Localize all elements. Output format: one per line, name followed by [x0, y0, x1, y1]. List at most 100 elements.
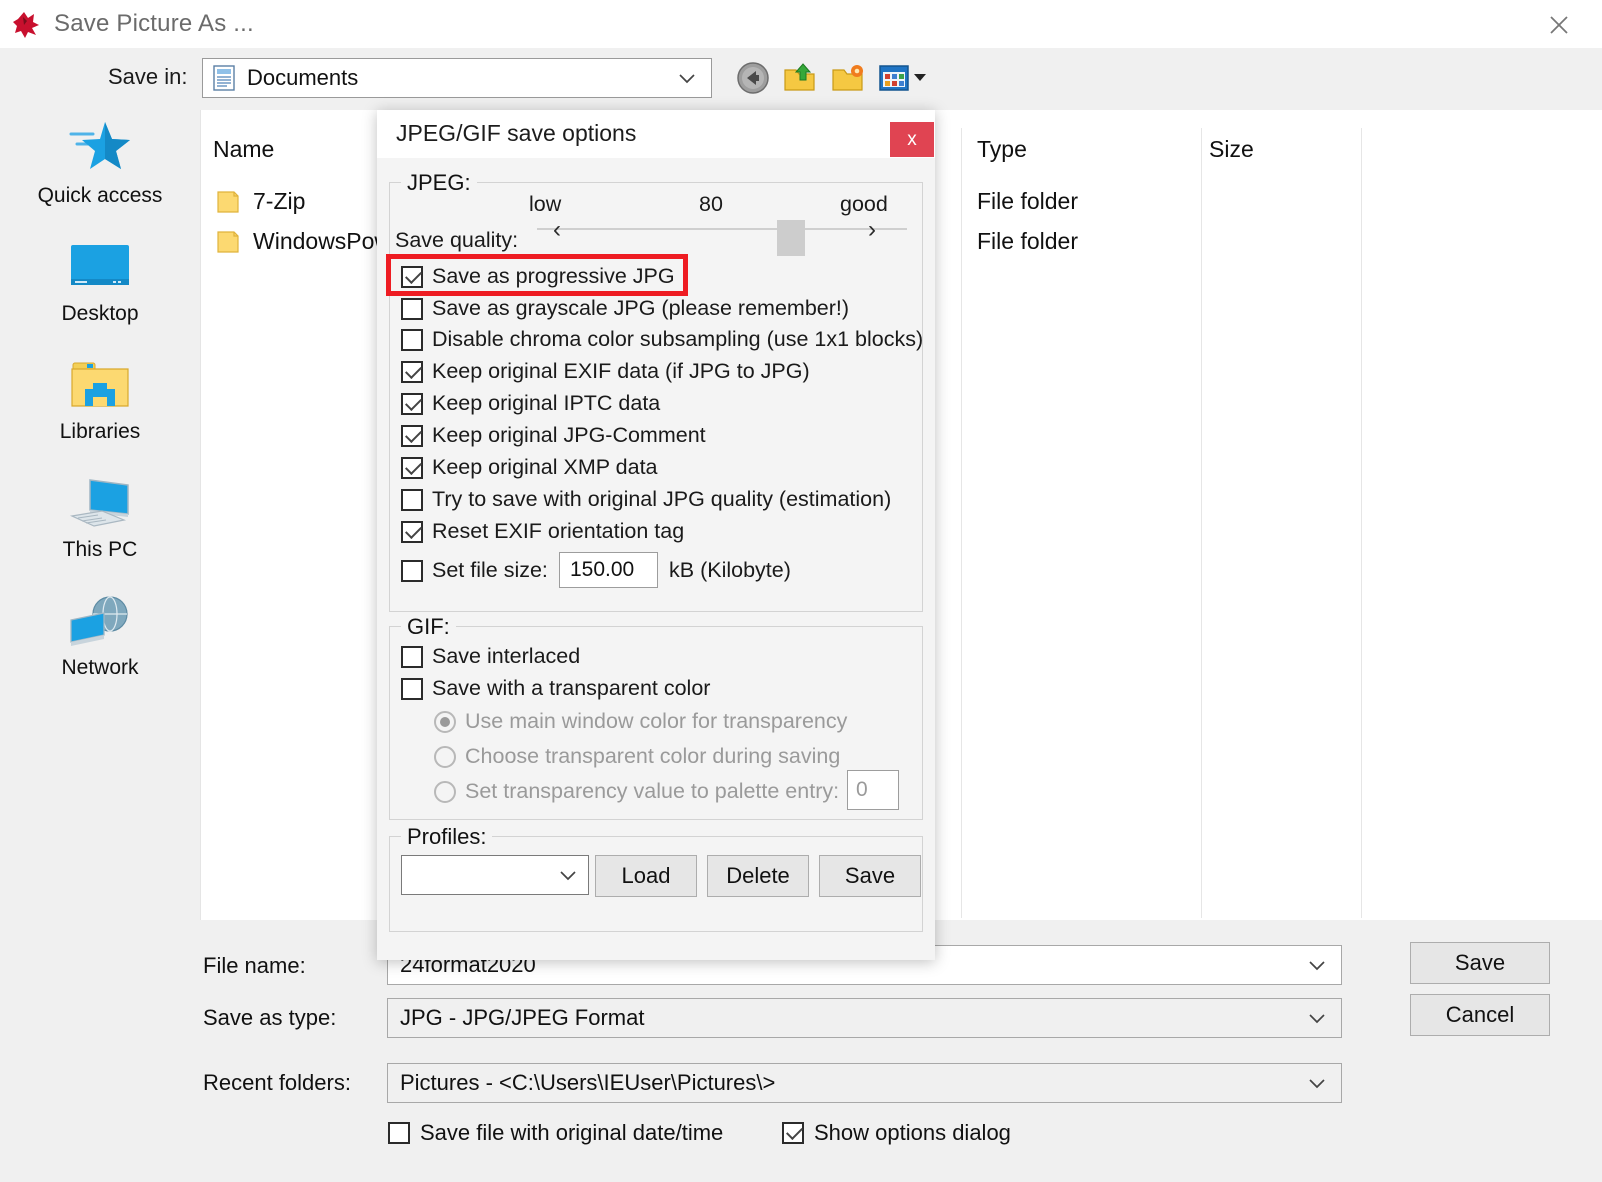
profiles-load-button[interactable]: Load [595, 855, 697, 897]
this-pc-icon [68, 470, 132, 536]
checkbox-label: Save file with original date/time [420, 1120, 724, 1145]
option-label: Try to save with original JPG quality (e… [432, 487, 892, 511]
radio-choose-transparent-color[interactable]: Choose transparent color during saving [434, 744, 840, 769]
quality-slider-track[interactable] [537, 228, 907, 230]
sidebar-item-label: This PC [62, 538, 138, 561]
back-button[interactable] [734, 60, 772, 96]
libraries-folder-icon [69, 352, 131, 418]
radio-button [434, 745, 456, 768]
option-disable-chroma-subsampling[interactable]: Disable chroma color subsampling (use 1x… [401, 327, 923, 352]
sidebar-item-label: Quick access [37, 184, 163, 207]
documents-icon [213, 65, 235, 91]
chevron-down-icon[interactable] [1307, 1076, 1327, 1095]
option-label: Use main window color for transparency [465, 709, 848, 733]
folder-icon [217, 230, 243, 253]
cancel-button[interactable]: Cancel [1410, 994, 1550, 1036]
save-in-label: Save in: [108, 64, 188, 89]
sidebar-item-quick-access[interactable]: Quick access [0, 116, 200, 234]
checkbox-box [388, 1122, 410, 1144]
option-save-as-grayscale-jpg[interactable]: Save as grayscale JPG (please remember!) [401, 296, 849, 321]
column-header-name[interactable]: Name [213, 136, 274, 163]
option-label: Keep original XMP data [432, 455, 658, 479]
chevron-down-icon[interactable] [1307, 1011, 1327, 1030]
profiles-save-button[interactable]: Save [819, 855, 921, 897]
network-globe-icon [68, 588, 132, 654]
sidebar-item-desktop[interactable]: Desktop [0, 234, 200, 352]
option-label: Save interlaced [432, 644, 581, 668]
profiles-delete-button[interactable]: Delete [707, 855, 809, 897]
up-folder-button[interactable] [782, 60, 820, 96]
save-original-datetime-checkbox[interactable]: Save file with original date/time [388, 1120, 723, 1146]
quality-decrease-arrow[interactable]: ‹ [553, 216, 561, 244]
option-set-file-size[interactable]: Set file size: [401, 558, 548, 583]
quality-scale-low: low [529, 192, 562, 216]
modal-close-button[interactable]: x [890, 122, 934, 157]
table-row[interactable]: WindowsPow [217, 228, 391, 255]
save-in-bar: Save in: Documents [0, 48, 1602, 110]
radio-use-main-window-color[interactable]: Use main window color for transparency [434, 709, 847, 734]
checkbox-box [401, 424, 423, 447]
checkbox-box [401, 559, 423, 582]
option-save-as-progressive-jpg[interactable]: Save as progressive JPG [401, 264, 675, 289]
table-row[interactable]: 7-Zip [217, 188, 305, 215]
option-save-interlaced[interactable]: Save interlaced [401, 644, 580, 669]
chevron-down-icon[interactable] [558, 868, 578, 887]
palette-entry-value: 0 [856, 778, 868, 801]
checkbox-box [401, 392, 423, 415]
option-keep-original-exif[interactable]: Keep original EXIF data (if JPG to JPG) [401, 359, 810, 384]
column-header-size[interactable]: Size [1209, 136, 1254, 163]
save-picture-as-window: Save Picture As ... Save in: Documents Q… [0, 0, 1602, 1182]
quality-slider-thumb[interactable] [777, 220, 805, 256]
palette-entry-input[interactable]: 0 [847, 770, 899, 810]
option-keep-original-jpg-comment[interactable]: Keep original JPG-Comment [401, 423, 706, 448]
window-title: Save Picture As ... [54, 10, 254, 37]
chevron-down-icon [677, 71, 697, 90]
file-name-label: File name: [203, 953, 306, 978]
profiles-select[interactable] [401, 855, 589, 895]
checkbox-box [401, 645, 423, 668]
sidebar-item-network[interactable]: Network [0, 588, 200, 706]
option-keep-original-xmp[interactable]: Keep original XMP data [401, 455, 658, 480]
option-label: Save with a transparent color [432, 676, 711, 700]
column-divider [1361, 128, 1362, 918]
file-type: File folder [977, 228, 1078, 254]
show-options-dialog-checkbox[interactable]: Show options dialog [782, 1120, 1011, 1146]
option-try-original-quality[interactable]: Try to save with original JPG quality (e… [401, 487, 891, 512]
save-as-type-label: Save as type: [203, 1005, 337, 1030]
chevron-down-icon[interactable] [1307, 958, 1327, 977]
checkbox-box [401, 265, 423, 288]
option-label: Disable chroma color subsampling (use 1x… [432, 327, 924, 351]
save-button[interactable]: Save [1410, 942, 1550, 984]
save-in-combo[interactable]: Documents [202, 58, 712, 98]
recent-folders-select[interactable]: Pictures - <C:\Users\IEUser\Pictures\> [387, 1063, 1342, 1103]
new-folder-button[interactable] [830, 60, 868, 96]
save-as-type-value: JPG - JPG/JPEG Format [400, 1005, 645, 1030]
column-divider [961, 128, 962, 918]
option-reset-exif-orientation[interactable]: Reset EXIF orientation tag [401, 519, 684, 544]
set-file-size-input[interactable]: 150.00 [559, 552, 658, 588]
views-button[interactable] [878, 60, 930, 96]
desktop-monitor-icon [69, 234, 131, 300]
checkbox-box [401, 297, 423, 320]
save-in-value: Documents [247, 65, 359, 90]
recent-folders-label: Recent folders: [203, 1070, 351, 1095]
modal-title: JPEG/GIF save options [396, 120, 637, 146]
quality-increase-arrow[interactable]: › [868, 216, 876, 244]
option-save-with-transparent-color[interactable]: Save with a transparent color [401, 676, 710, 701]
checkbox-box [401, 328, 423, 351]
checkbox-box [401, 677, 423, 700]
places-bar: Quick access Desktop Libraries This PC N… [0, 110, 200, 920]
option-keep-original-iptc[interactable]: Keep original IPTC data [401, 391, 660, 416]
option-label: Set transparency value to palette entry: [465, 779, 840, 803]
folder-icon [217, 190, 243, 213]
save-as-type-select[interactable]: JPG - JPG/JPEG Format [387, 998, 1342, 1038]
jpeg-group-caption: JPEG: [401, 170, 477, 196]
set-file-size-value: 150.00 [570, 558, 635, 581]
sidebar-item-libraries[interactable]: Libraries [0, 352, 200, 470]
column-header-type[interactable]: Type [977, 136, 1027, 163]
close-icon[interactable] [1542, 8, 1576, 42]
checkbox-box [401, 488, 423, 511]
irfanview-icon [12, 9, 42, 39]
sidebar-item-this-pc[interactable]: This PC [0, 470, 200, 588]
radio-set-transparency-palette-entry[interactable]: Set transparency value to palette entry: [434, 779, 839, 804]
